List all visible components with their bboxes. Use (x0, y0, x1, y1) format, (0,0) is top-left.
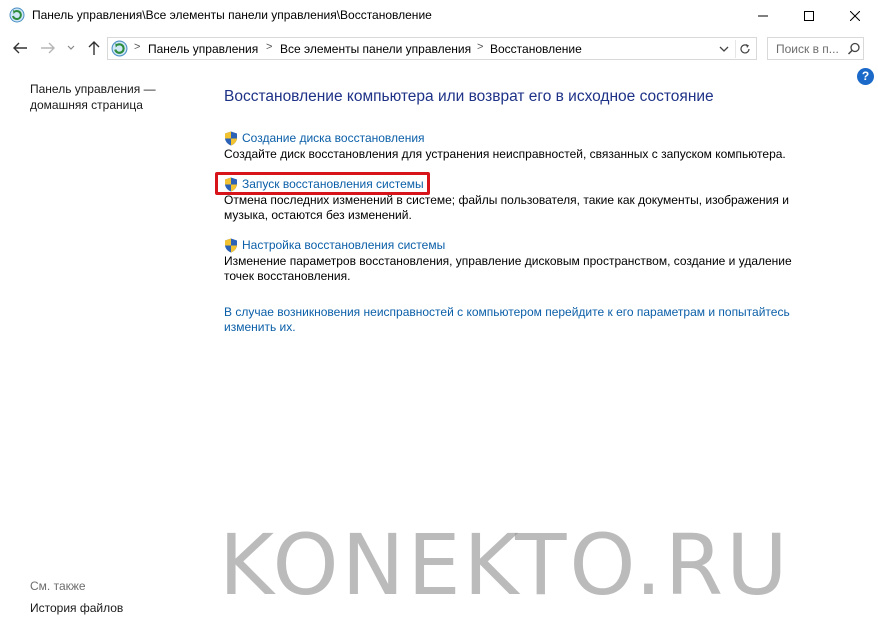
sidebar-home-line2[interactable]: домашняя страница (30, 97, 156, 113)
configure-system-restore-link[interactable]: Настройка восстановления системы (224, 237, 792, 253)
help-icon[interactable]: ? (857, 68, 874, 85)
navigation-bar: > Панель управления > Все элементы панел… (0, 31, 878, 65)
breadcrumb-separator[interactable]: > (477, 41, 483, 53)
window-title: Панель управления\Все элементы панели уп… (32, 8, 432, 22)
breadcrumb-all-items[interactable]: Все элементы панели управления (280, 42, 471, 56)
breadcrumb-separator[interactable]: > (266, 41, 272, 53)
task-description-line1: Изменение параметров восстановления, упр… (224, 254, 792, 268)
uac-shield-icon (225, 238, 237, 252)
title-bar: Панель управления\Все элементы панели уп… (0, 0, 878, 31)
highlight-frame (215, 172, 430, 195)
minimize-button[interactable] (740, 0, 786, 31)
task-link-label[interactable]: Настройка восстановления системы (242, 238, 445, 252)
up-button[interactable] (84, 38, 104, 58)
task-description: Создайте диск восстановления для устране… (224, 147, 786, 161)
recovery-icon (9, 7, 25, 23)
see-also-label: См. также (30, 579, 86, 593)
create-recovery-drive-link[interactable]: Создание диска восстановления (224, 130, 786, 146)
forward-button[interactable] (38, 38, 58, 58)
arrow-right-icon (41, 42, 55, 54)
chevron-down-icon (719, 46, 729, 52)
search-input[interactable]: Поиск в п... (767, 37, 864, 60)
address-bar[interactable]: > Панель управления > Все элементы панел… (107, 37, 757, 60)
task-link-label[interactable]: Создание диска восстановления (242, 131, 425, 145)
arrow-up-icon (88, 41, 100, 55)
troubleshoot-link-line1[interactable]: В случае возникновения неисправностей с … (224, 305, 804, 320)
task-configure-system-restore: Настройка восстановления системы Изменен… (224, 237, 792, 284)
sidebar-control-panel-home[interactable]: Панель управления — домашняя страница (30, 81, 156, 113)
sidebar-file-history-link[interactable]: История файлов (30, 601, 123, 615)
refresh-button[interactable] (735, 40, 754, 58)
breadcrumb-recovery[interactable]: Восстановление (490, 42, 582, 56)
recovery-icon (111, 40, 128, 57)
maximize-button[interactable] (786, 0, 832, 31)
sidebar-home-line1[interactable]: Панель управления — (30, 81, 156, 97)
page-title: Восстановление компьютера или возврат ег… (224, 88, 714, 105)
task-description-line2: музыка, остаются без изменений. (224, 208, 412, 222)
back-button[interactable] (10, 38, 30, 58)
breadcrumb-control-panel[interactable]: Панель управления (148, 42, 258, 56)
breadcrumb-separator[interactable]: > (134, 41, 140, 53)
task-create-recovery-drive: Создание диска восстановления Создайте д… (224, 130, 786, 162)
close-button[interactable] (832, 0, 878, 31)
troubleshoot-settings-link[interactable]: В случае возникновения неисправностей с … (224, 305, 804, 335)
watermark: KONEKTO.RU (219, 516, 791, 614)
arrow-left-icon (13, 42, 27, 54)
recent-locations-button[interactable] (64, 38, 78, 58)
uac-shield-icon (225, 131, 237, 145)
refresh-icon (740, 44, 750, 54)
troubleshoot-link-line2[interactable]: изменить их. (224, 320, 804, 335)
chevron-down-icon (67, 45, 75, 50)
task-description-line1: Отмена последних изменений в системе; фа… (224, 193, 789, 207)
address-dropdown-button[interactable] (717, 42, 731, 56)
search-icon[interactable] (847, 42, 861, 56)
task-description-line2: точек восстановления. (224, 269, 351, 283)
search-placeholder: Поиск в п... (776, 42, 839, 56)
